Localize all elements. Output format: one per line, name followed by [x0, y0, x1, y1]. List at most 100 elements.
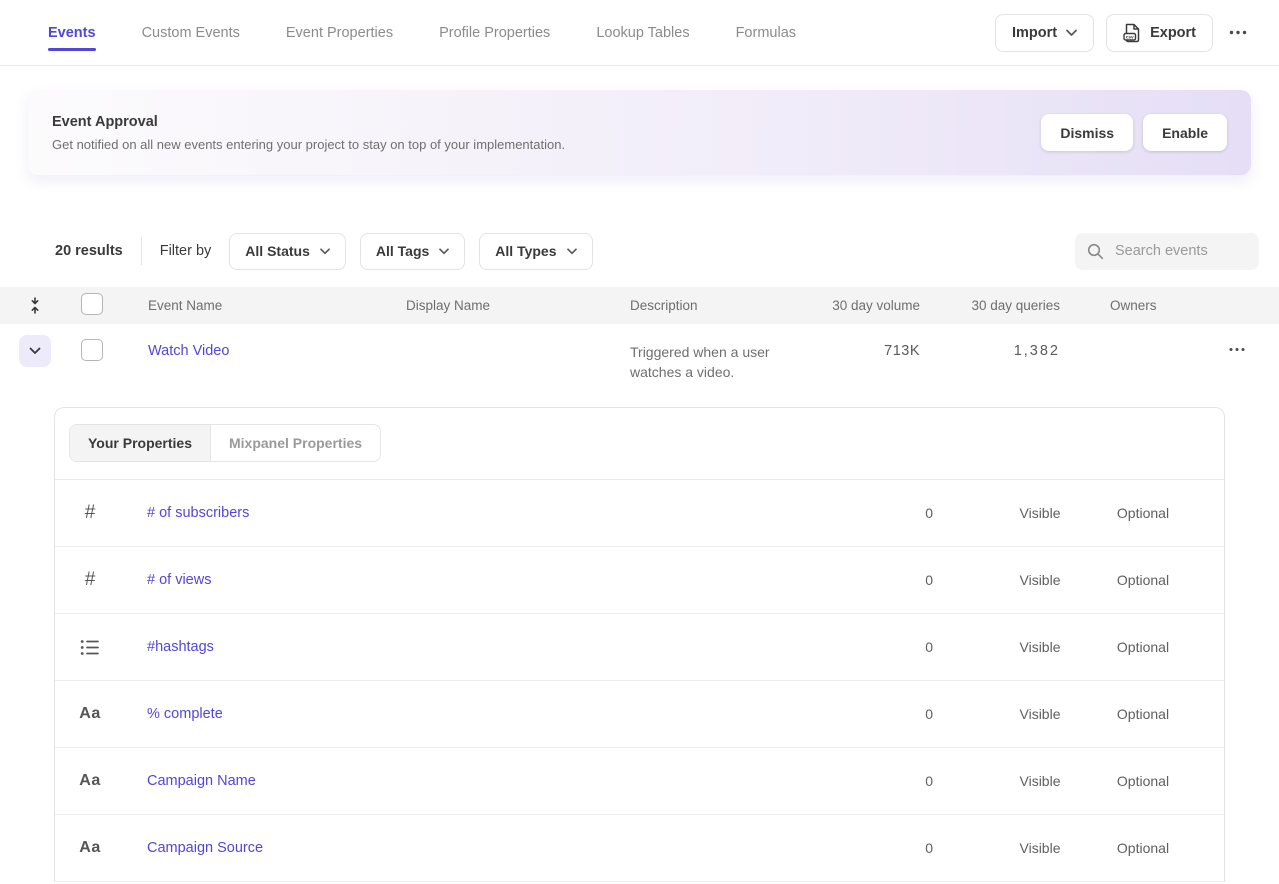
property-name-link[interactable]: Campaign Source	[125, 840, 873, 856]
header-actions: Import csv Export	[995, 0, 1251, 65]
tab-lookup-tables-label: Lookup Tables	[596, 25, 689, 41]
property-visibility[interactable]: Visible	[990, 773, 1090, 789]
lexicon-tabs: Events Custom Events Event Properties Pr…	[48, 0, 796, 65]
more-options-button[interactable]	[1225, 24, 1251, 41]
property-visibility[interactable]: Visible	[990, 572, 1090, 588]
number-type-icon: #	[55, 502, 125, 524]
types-filter-dropdown[interactable]: All Types	[479, 233, 592, 270]
chevron-down-icon	[29, 347, 41, 355]
status-filter-dropdown[interactable]: All Status	[229, 233, 346, 270]
collapse-row-button[interactable]	[19, 335, 51, 367]
column-header-display-name[interactable]: Display Name	[406, 298, 630, 313]
export-button[interactable]: csv Export	[1106, 14, 1213, 52]
tab-custom-events-label: Custom Events	[142, 25, 240, 41]
enable-button[interactable]: Enable	[1143, 114, 1227, 151]
property-count: 0	[873, 572, 933, 588]
property-name-link[interactable]: # of subscribers	[125, 505, 873, 521]
event-properties-panel: Your Properties Mixpanel Properties # # …	[54, 407, 1225, 882]
chevron-down-icon	[439, 248, 449, 255]
select-all-checkbox[interactable]	[81, 293, 103, 315]
number-type-icon: #	[55, 569, 125, 591]
events-table-header: Event Name Display Name Description 30 d…	[0, 287, 1279, 324]
properties-tab-group: Your Properties Mixpanel Properties	[69, 424, 381, 462]
divider	[141, 237, 142, 265]
column-header-event-name[interactable]: Event Name	[148, 298, 406, 313]
chevron-down-icon	[320, 248, 330, 255]
property-row: Aa Campaign Name 0 Visible Optional	[55, 748, 1224, 815]
property-count: 0	[873, 505, 933, 521]
svg-text:csv: csv	[1126, 35, 1134, 40]
column-header-owners[interactable]: Owners	[1060, 298, 1180, 313]
property-visibility[interactable]: Visible	[990, 706, 1090, 722]
event-30-day-queries: 1,382	[920, 343, 1060, 359]
property-name-link[interactable]: # of views	[125, 572, 873, 588]
column-header-30-day-volume[interactable]: 30 day volume	[820, 298, 920, 313]
tab-formulas[interactable]: Formulas	[736, 0, 796, 65]
filter-bar: 20 results Filter by All Status All Tags…	[0, 232, 1279, 270]
search-events-box	[1075, 233, 1259, 270]
status-filter-label: All Status	[245, 243, 310, 259]
export-button-label: Export	[1150, 25, 1196, 41]
property-row: # # of subscribers 0 Visible Optional	[55, 480, 1224, 547]
property-count: 0	[873, 840, 933, 856]
types-filter-label: All Types	[495, 243, 556, 259]
banner-subtitle: Get notified on all new events entering …	[52, 137, 565, 152]
ellipsis-icon	[1229, 347, 1245, 352]
event-name-link[interactable]: Watch Video	[148, 343, 229, 359]
dismiss-button[interactable]: Dismiss	[1041, 114, 1133, 151]
csv-file-icon: csv	[1123, 23, 1141, 43]
chevron-down-icon	[1066, 29, 1077, 37]
tab-events[interactable]: Events	[48, 0, 96, 65]
property-count: 0	[873, 773, 933, 789]
property-requirement[interactable]: Optional	[1090, 572, 1196, 588]
aa-glyph: Aa	[79, 839, 100, 857]
import-button-label: Import	[1012, 25, 1057, 41]
text-type-icon: Aa	[55, 705, 125, 723]
tab-custom-events[interactable]: Custom Events	[142, 0, 240, 65]
tab-profile-properties-label: Profile Properties	[439, 25, 550, 41]
text-type-icon: Aa	[55, 839, 125, 857]
tab-events-label: Events	[48, 25, 96, 41]
property-name-link[interactable]: % complete	[125, 706, 873, 722]
event-row-watch-video: Watch Video Triggered when a user watche…	[0, 324, 1279, 407]
hash-glyph: #	[85, 569, 96, 591]
tab-mixpanel-properties[interactable]: Mixpanel Properties	[210, 425, 380, 461]
tab-your-properties[interactable]: Your Properties	[70, 425, 210, 461]
column-header-description[interactable]: Description	[630, 298, 820, 313]
property-count: 0	[873, 639, 933, 655]
property-visibility[interactable]: Visible	[990, 840, 1090, 856]
row-checkbox[interactable]	[81, 339, 103, 361]
aa-glyph: Aa	[79, 705, 100, 723]
property-requirement[interactable]: Optional	[1090, 706, 1196, 722]
tags-filter-dropdown[interactable]: All Tags	[360, 233, 465, 270]
tab-event-properties[interactable]: Event Properties	[286, 0, 393, 65]
property-requirement[interactable]: Optional	[1090, 639, 1196, 655]
list-type-icon	[55, 639, 125, 656]
tags-filter-label: All Tags	[376, 243, 429, 259]
property-row: Aa % complete 0 Visible Optional	[55, 681, 1224, 748]
event-description: Triggered when a user watches a video.	[630, 342, 805, 382]
property-visibility[interactable]: Visible	[990, 639, 1090, 655]
property-name-link[interactable]: Campaign Name	[125, 773, 873, 789]
search-events-input[interactable]	[1113, 242, 1247, 260]
property-requirement[interactable]: Optional	[1090, 840, 1196, 856]
hash-glyph: #	[85, 502, 96, 524]
property-name-link[interactable]: #hashtags	[125, 639, 873, 655]
tab-event-properties-label: Event Properties	[286, 25, 393, 41]
property-visibility[interactable]: Visible	[990, 505, 1090, 521]
property-count: 0	[873, 706, 933, 722]
tab-profile-properties[interactable]: Profile Properties	[439, 0, 550, 65]
banner-text: Event Approval Get notified on all new e…	[52, 114, 565, 152]
top-navigation: Events Custom Events Event Properties Pr…	[0, 0, 1279, 66]
property-row: Aa Campaign Source 0 Visible Optional	[55, 815, 1224, 882]
column-header-30-day-queries[interactable]: 30 day queries	[920, 298, 1060, 313]
tab-lookup-tables[interactable]: Lookup Tables	[596, 0, 689, 65]
tab-formulas-label: Formulas	[736, 25, 796, 41]
event-30-day-volume: 713K	[820, 343, 920, 359]
property-requirement[interactable]: Optional	[1090, 505, 1196, 521]
import-button[interactable]: Import	[995, 14, 1094, 52]
filter-by-label: Filter by	[160, 243, 212, 259]
row-more-options-button[interactable]	[1225, 341, 1249, 358]
collapse-all-button[interactable]	[22, 293, 48, 319]
property-requirement[interactable]: Optional	[1090, 773, 1196, 789]
